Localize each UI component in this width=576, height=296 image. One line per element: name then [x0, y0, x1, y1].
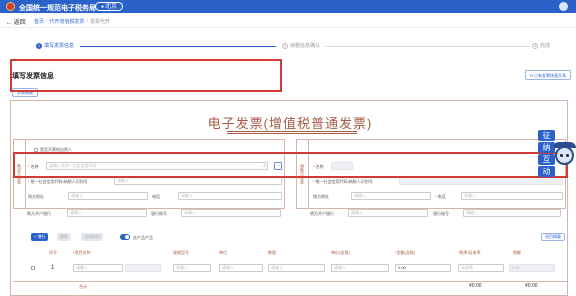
column-header: 规格型号	[173, 250, 189, 255]
column-header: 数量	[268, 250, 276, 255]
seller-phone-input[interactable]: 请输入	[461, 192, 563, 200]
total-tax: ¥0.00	[525, 283, 538, 289]
unit-input[interactable]: 请输入	[219, 264, 263, 272]
totals-row: 合计 ¥0.00 ¥0.00	[13, 281, 567, 295]
quantity-input[interactable]: 请输入	[268, 264, 325, 272]
back-arrow-icon: ←	[6, 20, 12, 26]
site-name: 全国统一规范电子税务局	[19, 5, 96, 12]
spec-input[interactable]: 请输入	[173, 264, 211, 272]
items-highlight-box	[13, 152, 568, 178]
invoice-panel: 电子发票(增值税普通发票) 购买方信息 是否开票给自然人 * 名称 请输入名称 …	[10, 100, 568, 296]
column-header: 单位	[219, 250, 227, 255]
tax-emblem-icon	[6, 2, 15, 11]
buyer-tax-id-field: * 统一社会信用代码/纳税人识别号 请输入	[28, 177, 284, 185]
add-row-button[interactable]: + 增行	[31, 233, 49, 241]
buyer-address-input[interactable]: 请输入	[68, 192, 148, 200]
tax-assistant-mascot[interactable]: 征 纳 互 动	[538, 130, 576, 180]
back-button[interactable]: ← 返回	[6, 17, 26, 26]
breadcrumb-item[interactable]: 首页	[34, 19, 44, 25]
item-summary-button[interactable]: 项目摘要	[541, 233, 565, 241]
total-amount: ¥0.00	[469, 283, 482, 289]
column-header: *金额(含税)	[395, 250, 416, 255]
buyer-address-field: 购方地址 请输入	[28, 192, 148, 200]
column-header: 税额	[513, 250, 521, 255]
mascot-bubble: 征	[538, 130, 555, 141]
tax-included-toggle[interactable]	[120, 234, 130, 240]
top-bar: 全国统一规范电子税务局 ●北京	[0, 0, 576, 13]
row-checkbox[interactable]	[31, 266, 35, 270]
add-discount-button[interactable]: 添加折扣	[81, 233, 103, 241]
delete-row-button[interactable]: 删除	[57, 233, 71, 241]
column-header: 单价(含税)	[331, 250, 350, 255]
buyer-phone-input[interactable]: 请输入	[178, 192, 282, 200]
copy-invoice-button[interactable]: ⟲ 已有发票快速开具	[524, 70, 571, 80]
line-item-toolbar: + 增行 删除 添加折扣 含产品产品 项目摘要	[13, 231, 567, 243]
buyer-bank-input[interactable]: 请输入	[67, 209, 147, 217]
toggle-label: 含产品产品	[133, 235, 153, 240]
items-table-header: 序号 *项目名称 规格型号 单位 数量 单价(含税) *金额(含税) *税率/征…	[13, 249, 567, 257]
column-header: *项目名称	[73, 250, 91, 255]
seller-phone-field: * 电话 请输入	[435, 192, 563, 200]
breadcrumb-current: 发票代开	[89, 19, 110, 25]
title-underline	[227, 131, 357, 132]
total-label: 合计	[79, 284, 87, 289]
back-label: 返回	[13, 20, 26, 26]
column-header: 序号	[49, 250, 57, 255]
amount-input[interactable]: 0.00	[395, 264, 451, 272]
seller-bank-input[interactable]: 请输入	[348, 209, 428, 217]
buyer-tax-id-input[interactable]: 请输入	[114, 177, 282, 185]
column-header: *税率/征收率	[458, 250, 481, 255]
mascot-face-icon	[555, 146, 574, 165]
buyer-account-field: 银行账号 请输入	[151, 209, 281, 217]
seller-address-input[interactable]: 请输入	[351, 192, 431, 200]
item-name-code	[125, 264, 161, 272]
tax-rate-select[interactable]: 请选择	[458, 264, 504, 272]
title-underline	[227, 133, 357, 134]
buyer-phone-field: 电话 请输入	[152, 192, 282, 200]
table-row: 1 请输入 请输入 请输入 请输入 请输入 0.00 请选择 0.00	[13, 262, 567, 274]
nav-row: ← 返回 首页 / 代开增值税发票 / 发票代开	[0, 13, 576, 28]
user-avatar[interactable]	[559, 2, 568, 11]
location-pin-icon: ●	[101, 4, 105, 10]
mascot-bubble: 互	[538, 154, 555, 165]
step-1: 1 填写发票信息	[36, 43, 75, 49]
buyer-highlight-box	[10, 59, 282, 92]
seller-bank-field: 销方开户银行 请输入	[310, 209, 428, 217]
breadcrumb-item[interactable]: 代开增值税发票	[49, 19, 84, 25]
mascot-bubble: 动	[538, 166, 555, 177]
seller-account-field: 银行账号 请输入	[433, 209, 561, 217]
step-3: 3 完成	[532, 43, 551, 49]
item-name-input[interactable]: 请输入	[73, 264, 123, 272]
unit-price-input[interactable]: 请输入	[331, 264, 389, 272]
step-indicator: 1 填写发票信息 2 纳税信息确认 3 完成	[0, 42, 576, 50]
breadcrumb: 首页 / 代开增值税发票 / 发票代开	[34, 19, 110, 25]
seller-account-input[interactable]: 请输入	[463, 209, 561, 217]
city-selector[interactable]: ●北京	[95, 2, 124, 11]
tax-amount-value: 0.00	[509, 264, 555, 272]
seller-tax-id-field: * 统一社会信用代码/纳税人识别号	[313, 177, 563, 185]
buyer-bank-field: 购方开户银行 请输入	[27, 209, 147, 217]
city-label: 北京	[105, 4, 118, 10]
buyer-account-input[interactable]: 请输入	[181, 209, 281, 217]
seller-address-field: 销方地址 请输入	[313, 192, 431, 200]
step-2: 2 纳税信息确认	[282, 43, 321, 49]
row-index: 1	[51, 265, 55, 271]
invoice-title: 电子发票(增值税普通发票)	[207, 116, 373, 131]
